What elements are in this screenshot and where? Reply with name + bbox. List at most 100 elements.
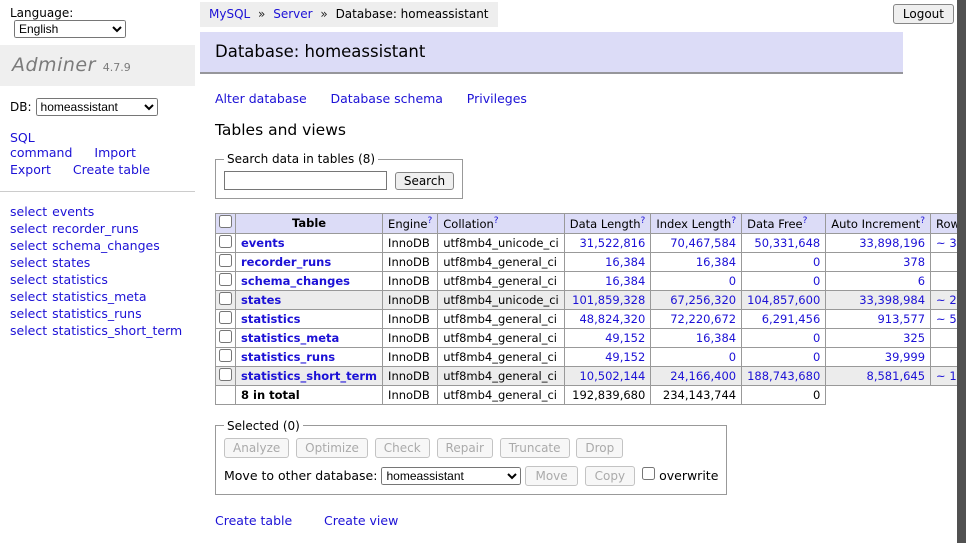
column-header-collation: Collation? (438, 214, 565, 234)
table-name-link[interactable]: events (241, 236, 285, 250)
column-header-engine: Engine? (383, 214, 438, 234)
repair-button[interactable]: Repair (437, 438, 493, 458)
table-name-link[interactable]: recorder_runs (241, 255, 331, 269)
table-row: states InnoDB utf8mb4_unicode_ci 101,859… (216, 290, 966, 309)
create-view-link[interactable]: Create view (324, 513, 398, 528)
select-events-link[interactable]: select (10, 204, 47, 219)
schema-changes-table-link[interactable]: schema_changes (52, 238, 160, 253)
table-header-row: Table Engine? Collation? Data Length? In… (216, 214, 966, 234)
overwrite-label[interactable]: overwrite (659, 468, 718, 483)
move-database-label: Move to other database: (224, 468, 377, 483)
alter-database-link[interactable]: Alter database (215, 91, 307, 106)
select-statistics-runs-link[interactable]: select (10, 306, 47, 321)
sidebar: Language:English Adminer 4.7.9 DB:homeas… (0, 0, 195, 352)
analyze-button[interactable]: Analyze (224, 438, 289, 458)
auto-increment-help-icon[interactable]: ? (920, 216, 925, 226)
select-statistics-meta-link[interactable]: select (10, 289, 47, 304)
move-database-select[interactable]: homeassistant (381, 467, 521, 485)
engine-help-icon[interactable]: ? (427, 216, 432, 226)
collation-help-icon[interactable]: ? (494, 216, 499, 226)
table-name-link[interactable]: statistics_runs (241, 350, 335, 364)
index-length-help-icon[interactable]: ? (731, 216, 736, 226)
copy-button[interactable]: Copy (585, 466, 635, 486)
sidebar-item-statistics-runs: select statistics_runs (10, 306, 185, 322)
breadcrumb-current: Database: homeassistant (336, 7, 489, 21)
row-checkbox[interactable] (219, 330, 232, 343)
row-checkbox[interactable] (219, 368, 232, 381)
data-free-help-icon[interactable]: ? (803, 216, 808, 226)
language-row: Language:English (0, 0, 195, 45)
statistics-meta-table-link[interactable]: statistics_meta (52, 289, 146, 304)
column-header-index-length: Index Length? (651, 214, 742, 234)
table-name-link[interactable]: states (241, 293, 281, 307)
total-label: 8 in total (236, 385, 383, 404)
sidebar-item-recorder-runs: select recorder_runs (10, 221, 185, 237)
table-row: statistics_short_term InnoDB utf8mb4_gen… (216, 366, 966, 385)
search-button[interactable]: Search (395, 172, 454, 190)
sidebar-item-statistics-meta: select statistics_meta (10, 289, 185, 305)
select-all-checkbox[interactable] (219, 215, 232, 228)
table-row: recorder_runs InnoDB utf8mb4_general_ci … (216, 252, 966, 271)
row-checkbox[interactable] (219, 292, 232, 305)
privileges-link[interactable]: Privileges (467, 91, 527, 106)
events-table-link[interactable]: events (52, 204, 94, 219)
table-name-link[interactable]: schema_changes (241, 274, 350, 288)
drop-button[interactable]: Drop (576, 438, 623, 458)
states-table-link[interactable]: states (52, 255, 90, 270)
row-checkbox[interactable] (219, 273, 232, 286)
sidebar-item-events: select events (10, 204, 185, 220)
table-name-link[interactable]: statistics (241, 312, 301, 326)
database-schema-link[interactable]: Database schema (331, 91, 443, 106)
language-select[interactable]: English (14, 20, 126, 38)
move-button[interactable]: Move (525, 466, 577, 486)
column-header-data-free: Data Free? (742, 214, 826, 234)
db-label: DB: (10, 100, 32, 114)
tables-overview-table: Table Engine? Collation? Data Length? In… (215, 213, 966, 405)
page-title: Database: homeassistant (200, 32, 903, 74)
logout-button[interactable]: Logout (893, 4, 954, 24)
search-legend: Search data in tables (8) (224, 152, 378, 166)
breadcrumb: MySQL » Server » Database: homeassistant (200, 2, 498, 27)
row-checkbox[interactable] (219, 311, 232, 324)
statistics-short-term-table-link[interactable]: statistics_short_term (52, 323, 182, 338)
statistics-table-link[interactable]: statistics (52, 272, 108, 287)
overwrite-checkbox[interactable] (642, 467, 655, 480)
truncate-button[interactable]: Truncate (500, 438, 570, 458)
sidebar-item-statistics: select statistics (10, 272, 185, 288)
select-statistics-short-term-link[interactable]: select (10, 323, 47, 338)
select-statistics-link[interactable]: select (10, 272, 47, 287)
table-row: statistics_runs InnoDB utf8mb4_general_c… (216, 347, 966, 366)
recorder-runs-table-link[interactable]: recorder_runs (52, 221, 139, 236)
row-checkbox[interactable] (219, 235, 232, 248)
breadcrumb-separator: » (258, 7, 265, 21)
sidebar-item-states: select states (10, 255, 185, 271)
search-input[interactable] (224, 171, 387, 190)
app-name: Adminer (12, 54, 96, 76)
vertical-scrollbar[interactable] (957, 0, 966, 543)
data-length-help-icon[interactable]: ? (641, 216, 646, 226)
db-select[interactable]: homeassistant (36, 98, 158, 116)
export-link[interactable]: Export (10, 162, 51, 177)
select-states-link[interactable]: select (10, 255, 47, 270)
sql-command-link[interactable]: SQL command (10, 130, 72, 160)
import-link[interactable]: Import (94, 145, 136, 160)
create-table-link[interactable]: Create table (215, 513, 292, 528)
optimize-button[interactable]: Optimize (296, 438, 368, 458)
select-recorder-runs-link[interactable]: select (10, 221, 47, 236)
table-name-link[interactable]: statistics_meta (241, 331, 339, 345)
column-header-auto-increment: Auto Increment? (826, 214, 931, 234)
create-table-link-sidebar[interactable]: Create table (73, 162, 150, 177)
check-button[interactable]: Check (375, 438, 430, 458)
sidebar-actions: SQL command Import Export Create table (0, 120, 195, 192)
table-name-link[interactable]: statistics_short_term (241, 369, 377, 383)
row-checkbox[interactable] (219, 254, 232, 267)
create-links: Create table Create view (215, 513, 956, 528)
table-row: statistics InnoDB utf8mb4_general_ci 48,… (216, 309, 966, 328)
breadcrumb-mysql-link[interactable]: MySQL (209, 7, 250, 21)
statistics-runs-table-link[interactable]: statistics_runs (52, 306, 141, 321)
db-selector-row: DB: homeassistant (0, 86, 195, 120)
select-schema-changes-link[interactable]: select (10, 238, 47, 253)
row-checkbox[interactable] (219, 349, 232, 362)
database-action-links: Alter database Database schema Privilege… (215, 91, 956, 106)
breadcrumb-server-link[interactable]: Server (273, 7, 312, 21)
